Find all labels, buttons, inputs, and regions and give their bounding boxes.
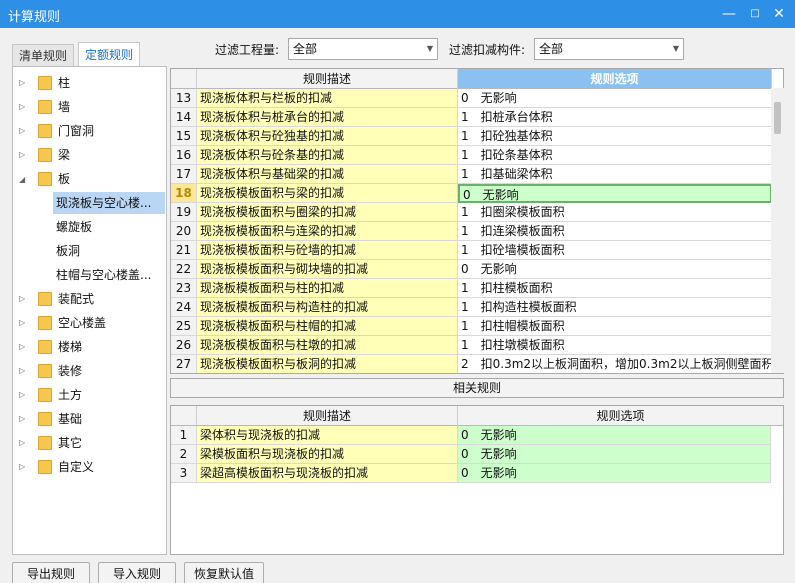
folder-icon bbox=[38, 412, 52, 426]
tab-list-rules[interactable]: 清单规则 bbox=[12, 44, 74, 66]
tree-item-wall[interactable]: ▷ 墙 bbox=[13, 96, 166, 118]
rule-option-editor[interactable]: 0 无影响 bbox=[458, 184, 772, 203]
chevron-down-icon: ▼ bbox=[672, 44, 679, 53]
folder-icon bbox=[38, 172, 52, 186]
tree-item-decoration[interactable]: ▷ 装修 bbox=[13, 360, 166, 382]
rules-grid-scrollbar[interactable] bbox=[771, 88, 784, 373]
folder-icon bbox=[38, 340, 52, 354]
tree-item-door-window[interactable]: ▷ 门窗洞 bbox=[13, 120, 166, 142]
folder-icon bbox=[38, 100, 52, 114]
expand-arrow-icon[interactable]: ▷ bbox=[19, 288, 25, 310]
related-option-header[interactable]: 规则选项 bbox=[458, 406, 783, 426]
folder-icon bbox=[38, 316, 52, 330]
close-icon[interactable]: ✕ bbox=[768, 4, 790, 24]
filter-component-value: 全部 bbox=[539, 42, 564, 56]
tree-item-prefab[interactable]: ▷ 装配式 bbox=[13, 288, 166, 310]
expand-arrow-icon[interactable]: ▷ bbox=[19, 312, 25, 334]
tree-item-earthwork[interactable]: ▷ 土方 bbox=[13, 384, 166, 406]
folder-icon bbox=[38, 388, 52, 402]
tree-item-spiral-slab[interactable]: 螺旋板 bbox=[13, 216, 166, 238]
tree-item-column-cap[interactable]: 柱帽与空心楼盖... bbox=[13, 264, 166, 286]
component-tree: ▷ 柱 ▷ 墙 ▷ 门窗洞 ▷ 梁 ◢ 板 现浇板与空心楼... 螺旋板 板洞 柱帽与空心… bbox=[12, 66, 167, 555]
expand-arrow-icon[interactable]: ▷ bbox=[19, 120, 25, 142]
grid-corner-header bbox=[171, 69, 197, 89]
related-rules-header: 相关规则 bbox=[170, 378, 784, 398]
expand-arrow-icon[interactable]: ▷ bbox=[19, 144, 25, 166]
expand-arrow-icon[interactable]: ▷ bbox=[19, 360, 25, 382]
folder-icon bbox=[38, 364, 52, 378]
expand-arrow-icon[interactable]: ▷ bbox=[19, 384, 25, 406]
title-bar: 计算规则 — □ ✕ bbox=[0, 0, 795, 28]
folder-icon bbox=[38, 292, 52, 306]
tree-item-stairs[interactable]: ▷ 楼梯 bbox=[13, 336, 166, 358]
tree-item-beam[interactable]: ▷ 梁 bbox=[13, 144, 166, 166]
minimize-icon[interactable]: — bbox=[718, 4, 740, 24]
scrollbar-thumb[interactable] bbox=[774, 102, 781, 134]
expand-arrow-icon[interactable]: ▷ bbox=[19, 456, 25, 478]
collapse-arrow-icon[interactable]: ◢ bbox=[19, 169, 25, 191]
folder-icon bbox=[38, 436, 52, 450]
filter-quantity-label: 过滤工程量: bbox=[215, 43, 280, 57]
folder-icon bbox=[38, 124, 52, 138]
related-desc-header[interactable]: 规则描述 bbox=[197, 406, 458, 426]
tree-item-hollow-floor[interactable]: ▷ 空心楼盖 bbox=[13, 312, 166, 334]
filter-component-select[interactable]: 全部 ▼ bbox=[534, 38, 684, 60]
expand-arrow-icon[interactable]: ▷ bbox=[19, 336, 25, 358]
export-rules-button[interactable]: 导出规则 bbox=[12, 562, 90, 583]
rules-grid: 规则描述 规则选项 13 现浇板体积与栏板的扣减 0 无影响 14 现浇板体积与桩承台… bbox=[170, 68, 784, 374]
grid-corner-header bbox=[171, 406, 197, 426]
folder-icon bbox=[38, 460, 52, 474]
expand-arrow-icon[interactable]: ▷ bbox=[19, 72, 25, 94]
tree-item-foundation[interactable]: ▷ 基础 bbox=[13, 408, 166, 430]
tree-item-custom[interactable]: ▷ 自定义 bbox=[13, 456, 166, 478]
filter-quantity-select[interactable]: 全部 ▼ bbox=[288, 38, 438, 60]
rules-desc-header[interactable]: 规则描述 bbox=[197, 69, 458, 89]
tree-item-slab[interactable]: ◢ 板 bbox=[13, 168, 166, 190]
filter-component-label: 过滤扣减构件: bbox=[449, 43, 526, 57]
import-rules-button[interactable]: 导入规则 bbox=[98, 562, 176, 583]
tree-item-other[interactable]: ▷ 其它 bbox=[13, 432, 166, 454]
expand-arrow-icon[interactable]: ▷ bbox=[19, 408, 25, 430]
tab-quota-rules[interactable]: 定额规则 bbox=[78, 42, 140, 66]
chevron-down-icon: ▼ bbox=[426, 44, 433, 53]
related-rules-grid: 规则描述 规则选项 1 梁体积与现浇板的扣减 0 无影响 2 梁模板面积与现浇板的扣减… bbox=[170, 405, 784, 555]
folder-icon bbox=[38, 76, 52, 90]
tree-item-cast-slab[interactable]: 现浇板与空心楼... bbox=[53, 192, 165, 214]
expand-arrow-icon[interactable]: ▷ bbox=[19, 432, 25, 454]
tree-item-slab-hole[interactable]: 板洞 bbox=[13, 240, 166, 262]
tree-item-column[interactable]: ▷ 柱 bbox=[13, 72, 166, 94]
folder-icon bbox=[38, 148, 52, 162]
window-title: 计算规则 bbox=[8, 10, 61, 25]
expand-arrow-icon[interactable]: ▷ bbox=[19, 96, 25, 118]
filter-quantity-value: 全部 bbox=[293, 42, 318, 56]
restore-defaults-button[interactable]: 恢复默认值 bbox=[184, 562, 264, 583]
maximize-icon[interactable]: □ bbox=[744, 4, 766, 24]
rules-option-header[interactable]: 规则选项 bbox=[458, 69, 772, 89]
